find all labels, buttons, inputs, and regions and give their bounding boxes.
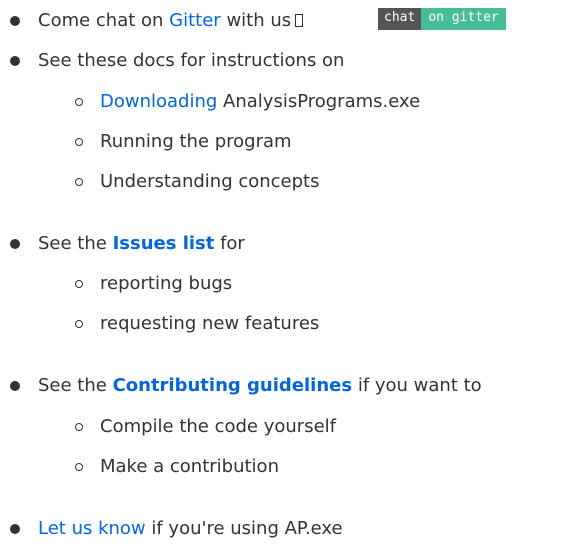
sub-item-bugs: reporting bugs [100,273,233,294]
let-us-know-link[interactable]: Let us know [38,518,146,539]
list-item-let-us-know: Let us know if you're using AP.exe [38,517,343,541]
sub-item-downloading: Downloading AnalysisPrograms.exe [100,90,420,114]
bullet [10,16,20,26]
item-text: for [214,233,245,254]
list-item-gitter: Come chat on Gitter with us [38,9,304,33]
item-text: See the [38,375,113,396]
sub-item-features: requesting new features [100,313,320,334]
badge-label: chat [378,8,422,30]
gitter-chat-badge[interactable]: chat on gitter [378,8,506,30]
missing-glyph-icon [295,14,304,27]
list-item-issues: See the Issues list for [38,232,245,256]
item-text: if you're using AP.exe [145,518,343,539]
sub-item-compile: Compile the code yourself [100,416,336,437]
contributing-guidelines-link[interactable]: Contributing guidelines [113,375,353,396]
badge-message: on gitter [421,8,506,30]
bullet [10,239,20,249]
sub-item-concepts: Understanding concepts [100,171,320,192]
bullet [10,56,20,66]
item-text: if you want to [352,375,482,396]
sub-bullet [75,463,83,471]
list-item-docs: See these docs for instructions on [38,50,345,71]
sub-item-contribution: Make a contribution [100,456,279,477]
issues-list-link[interactable]: Issues list [113,233,215,254]
item-text: See the [38,233,113,254]
bullet [10,524,20,534]
sub-bullet [75,98,83,106]
sub-bullet [75,138,83,146]
item-text: with us [220,10,292,31]
sub-bullet [75,280,83,288]
gitter-link[interactable]: Gitter [169,10,221,31]
sub-bullet [75,320,83,328]
item-text: AnalysisPrograms.exe [217,91,421,112]
sub-bullet [75,423,83,431]
list-item-contributing: See the Contributing guidelines if you w… [38,374,482,398]
sub-bullet [75,178,83,186]
bullet [10,381,20,391]
downloading-link[interactable]: Downloading [100,91,217,112]
sub-item-running: Running the program [100,131,292,152]
item-text: Come chat on [38,10,170,31]
